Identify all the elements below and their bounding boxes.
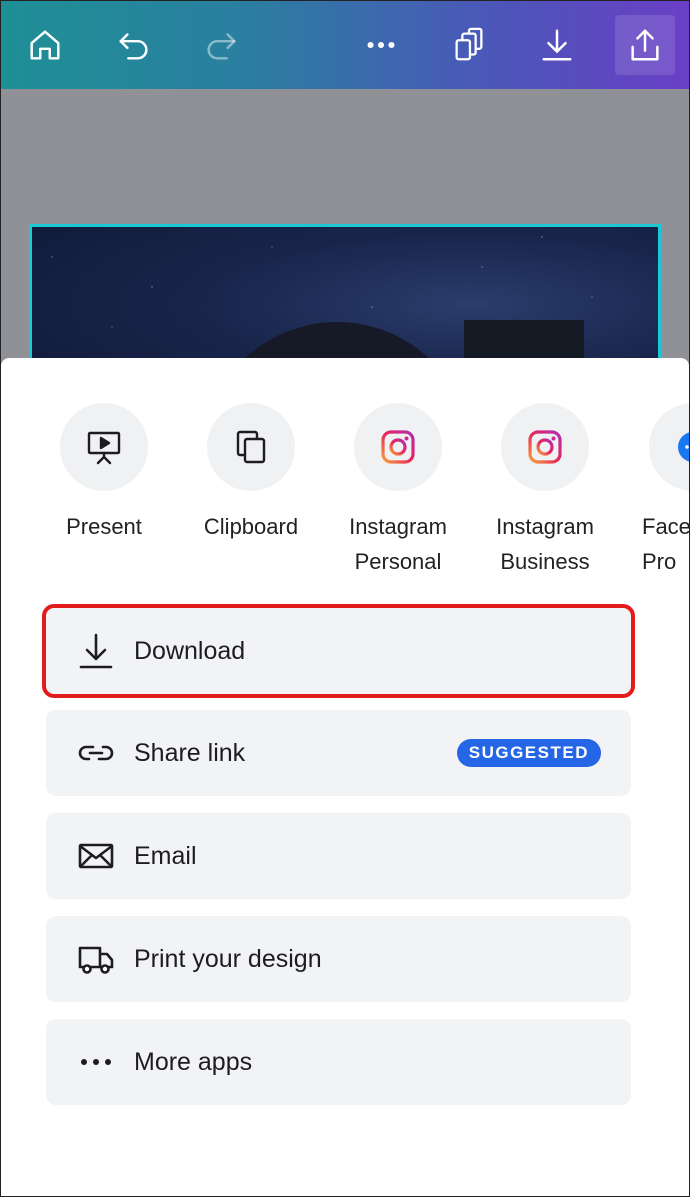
share-sheet: Present Clipboard Instagram Personal Ins…	[1, 358, 689, 1196]
clipboard-icon	[236, 430, 266, 464]
download-toolbar-button[interactable]	[527, 15, 587, 75]
share-target-label: Instagram Business	[496, 514, 594, 574]
share-link-option[interactable]: Share link SUGGESTED	[46, 710, 631, 796]
download-icon	[542, 29, 572, 61]
instagram-icon	[528, 430, 562, 464]
more-icon	[367, 41, 395, 49]
email-icon	[76, 836, 116, 876]
share-target-circle	[501, 403, 589, 491]
email-label: Email	[134, 841, 197, 870]
home-button[interactable]	[15, 15, 75, 75]
share-link-label: Share link	[134, 738, 246, 767]
pages-button[interactable]	[439, 15, 499, 75]
share-target-facebook[interactable]: Face Pro	[617, 403, 690, 579]
facebook-icon	[678, 432, 689, 462]
redo-button[interactable]	[191, 15, 251, 75]
more-options-button[interactable]	[351, 15, 411, 75]
truck-icon	[76, 939, 116, 979]
editor-toolbar	[1, 1, 689, 89]
share-target-present[interactable]: Present	[29, 403, 179, 544]
print-option[interactable]: Print your design	[46, 916, 631, 1002]
more-icon	[76, 1042, 116, 1082]
link-icon	[76, 733, 116, 773]
share-target-label: Present	[66, 514, 142, 539]
share-target-circle	[207, 403, 295, 491]
more-apps-label: More apps	[134, 1047, 253, 1076]
pages-icon	[455, 27, 483, 61]
redo-icon	[207, 33, 236, 60]
suggested-badge: SUGGESTED	[456, 739, 601, 767]
canvas-area	[1, 89, 689, 424]
instagram-icon	[381, 430, 415, 464]
share-target-label: Face Pro	[642, 514, 690, 574]
share-target-label: Clipboard	[203, 514, 299, 539]
share-button[interactable]	[615, 15, 675, 75]
download-option[interactable]: Download	[42, 604, 635, 698]
present-icon	[87, 431, 121, 465]
share-target-circle	[354, 403, 442, 491]
share-target-circle	[60, 403, 148, 491]
home-icon	[30, 30, 60, 60]
share-target-instagram-personal[interactable]: Instagram Personal	[323, 403, 473, 579]
app-frame: Present Clipboard Instagram Personal Ins…	[0, 0, 690, 1197]
share-target-instagram-business[interactable]: Instagram Business	[470, 403, 620, 579]
print-label: Print your design	[134, 944, 322, 973]
share-icon	[631, 29, 659, 61]
share-targets-row: Present Clipboard Instagram Personal Ins…	[1, 403, 689, 583]
more-apps-option[interactable]: More apps	[46, 1019, 631, 1105]
download-icon	[76, 631, 116, 671]
share-target-label: Instagram Personal	[349, 514, 447, 574]
share-target-circle	[649, 403, 689, 491]
email-option[interactable]: Email	[46, 813, 631, 899]
undo-button[interactable]	[104, 15, 164, 75]
share-target-clipboard[interactable]: Clipboard	[176, 403, 326, 544]
undo-icon	[119, 33, 148, 60]
download-label: Download	[134, 636, 246, 665]
